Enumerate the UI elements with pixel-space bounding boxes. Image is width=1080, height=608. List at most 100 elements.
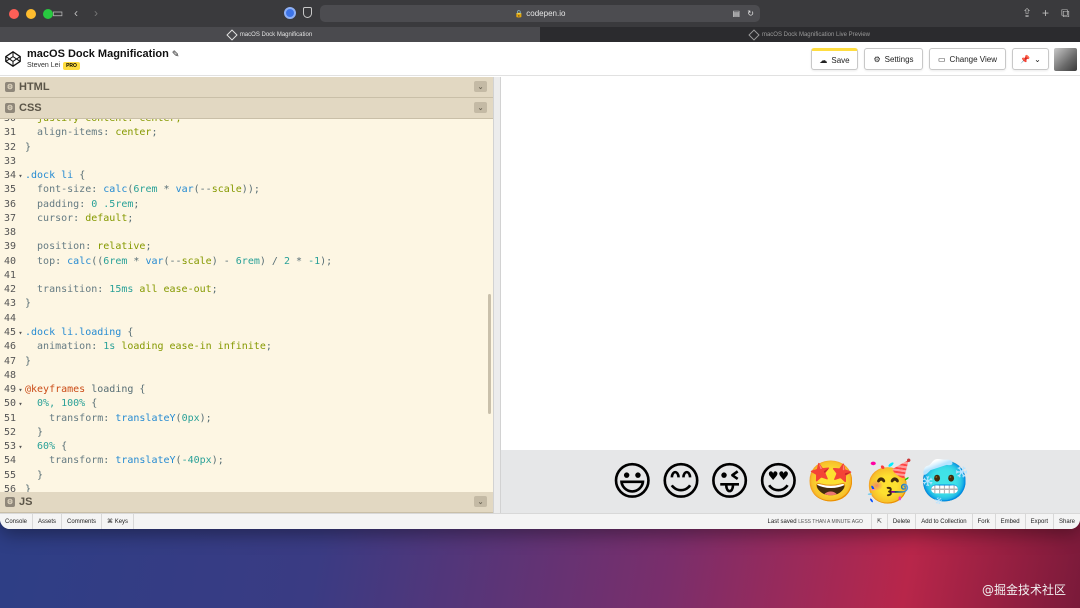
code-text: } [25,483,32,492]
back-icon[interactable]: ‹ [74,6,78,20]
js-settings-gear-icon[interactable]: ⚙ [5,497,15,507]
html-panel-header[interactable]: ⚙ HTML ⌄ [0,77,493,98]
fold-gutter [16,183,25,197]
fold-arrow-icon[interactable]: ▾ [16,440,25,454]
keys-button[interactable]: ⌘ Keys [102,514,135,529]
html-settings-gear-icon[interactable]: ⚙ [5,82,15,92]
dock-emoji-item[interactable]: 🥳 [863,462,913,502]
css-panel-chevron-icon[interactable]: ⌄ [474,102,487,113]
new-tab-icon[interactable]: + [1042,6,1049,20]
css-settings-gear-icon[interactable]: ⚙ [5,103,15,113]
js-panel-label: JS [19,496,33,508]
code-text: position: relative; [25,241,152,253]
window-controls [9,8,53,19]
fold-arrow-icon[interactable]: ▾ [16,397,25,411]
js-panel-chevron-icon[interactable]: ⌄ [474,496,487,507]
code-text: justify-content: center; [25,119,182,126]
reader-icon[interactable]: ▤ [732,9,740,18]
line-number: 32 [3,141,16,153]
minimize-window-button[interactable] [26,8,36,19]
console-button[interactable]: Console [0,514,34,529]
line-number: 40 [3,255,16,267]
code-text: cursor: default; [25,212,134,224]
fold-gutter [16,226,25,240]
editor-scrollbar[interactable] [488,294,491,414]
codepen-header: macOS Dock Magnification ✎ Steven Lei PRO… [0,42,1080,76]
change-view-button[interactable]: ▭ Change View [929,48,1006,70]
share-icon[interactable]: ⇪ [1022,6,1032,20]
code-text: transform: translateY(0px); [25,412,212,424]
codepen-logo-icon[interactable] [5,50,21,67]
html-panel-chevron-icon[interactable]: ⌄ [474,81,487,92]
line-number: 31 [3,127,16,139]
code-text: .dock li { [25,170,86,182]
fork-button[interactable]: Fork [971,514,995,529]
tab-live-preview[interactable]: macOS Dock Magnification Live Preview [540,27,1080,42]
code-line: 50 ▾ 0%, 100% { [0,397,493,411]
comments-button[interactable]: Comments [62,514,103,529]
code-line: 46 animation: 1s loading ease-in infinit… [0,340,493,354]
code-text: transition: 15ms all ease-out; [25,284,218,296]
embed-button[interactable]: Embed [994,514,1025,529]
css-panel-header[interactable]: ⚙ CSS ⌄ [0,98,493,119]
fold-gutter [16,255,25,269]
edit-pencil-icon[interactable]: ✎ [172,49,180,59]
fold-gutter [16,141,25,155]
assets-button[interactable]: Assets [33,514,63,529]
pin-menu-button[interactable]: 📌 ⌄ [1012,48,1049,70]
fold-gutter [16,283,25,297]
css-code-editor[interactable]: 30 justify-content: center;31 align-item… [0,119,493,492]
privacy-shield-icon[interactable] [303,7,312,18]
dock-emoji-item[interactable]: 😃 [611,462,653,502]
code-line: 40 top: calc((6rem * var(--scale) - 6rem… [0,255,493,269]
code-text: animation: 1s loading ease-in infinite; [25,341,272,353]
code-line: 33 [0,155,493,169]
line-number: 33 [3,155,16,167]
settings-button[interactable]: ⚙ Settings [864,48,923,70]
author-name[interactable]: Steven Lei [27,62,60,69]
fold-arrow-icon[interactable]: ▾ [16,169,25,183]
dock-emoji-item[interactable]: 😜 [709,462,751,502]
fold-arrow-icon[interactable]: ▾ [16,326,25,340]
address-bar[interactable]: 🔒 codepen.io ▤ ↻ [320,5,760,22]
dock-emoji-item[interactable]: 😊 [660,462,702,502]
line-number: 55 [3,469,16,481]
export-button[interactable]: Export [1024,514,1053,529]
tab-editor[interactable]: macOS Dock Magnification [0,27,540,42]
line-number: 34 [3,170,16,182]
pen-title-text: macOS Dock Magnification [27,47,169,60]
open-external-icon[interactable]: ⇱ [870,514,887,529]
panel-resize-handle[interactable] [493,77,501,513]
address-text: codepen.io [526,9,566,18]
dock-emoji-item[interactable]: 🥶 [920,462,970,502]
line-number: 37 [3,212,16,224]
code-text: top: calc((6rem * var(--scale) - 6rem) /… [25,255,333,267]
fold-gutter [16,119,25,126]
sidebar-icon[interactable]: ▭ [52,6,63,20]
fold-gutter [16,126,25,140]
fold-gutter [16,454,25,468]
code-line: 55 } [0,469,493,483]
code-line: 48 [0,369,493,383]
avatar[interactable] [1054,48,1077,71]
forward-icon[interactable]: › [94,6,98,20]
code-text: } [25,355,32,367]
extension-icon[interactable] [284,7,296,19]
share-button[interactable]: Share [1052,514,1080,529]
code-text: transform: translateY(-40px); [25,455,224,467]
fold-gutter [16,426,25,440]
delete-button[interactable]: Delete [886,514,915,529]
js-panel-header[interactable]: ⚙ JS ⌄ [0,492,493,513]
fold-arrow-icon[interactable]: ▾ [16,383,25,397]
pen-title[interactable]: macOS Dock Magnification ✎ [27,48,179,60]
tab-bar: macOS Dock Magnification macOS Dock Magn… [0,27,1080,42]
dock-emoji-item[interactable]: 🤩 [806,462,856,502]
dock-emoji-item[interactable]: 😍 [757,462,799,502]
add-to-collection-button[interactable]: Add to Collection [915,514,971,529]
close-window-button[interactable] [9,8,19,19]
fold-gutter [16,412,25,426]
fold-gutter [16,240,25,254]
reload-icon[interactable]: ↻ [747,9,754,18]
tab-overview-icon[interactable]: ⧉ [1061,6,1070,21]
save-button[interactable]: ☁ Save [811,48,858,70]
